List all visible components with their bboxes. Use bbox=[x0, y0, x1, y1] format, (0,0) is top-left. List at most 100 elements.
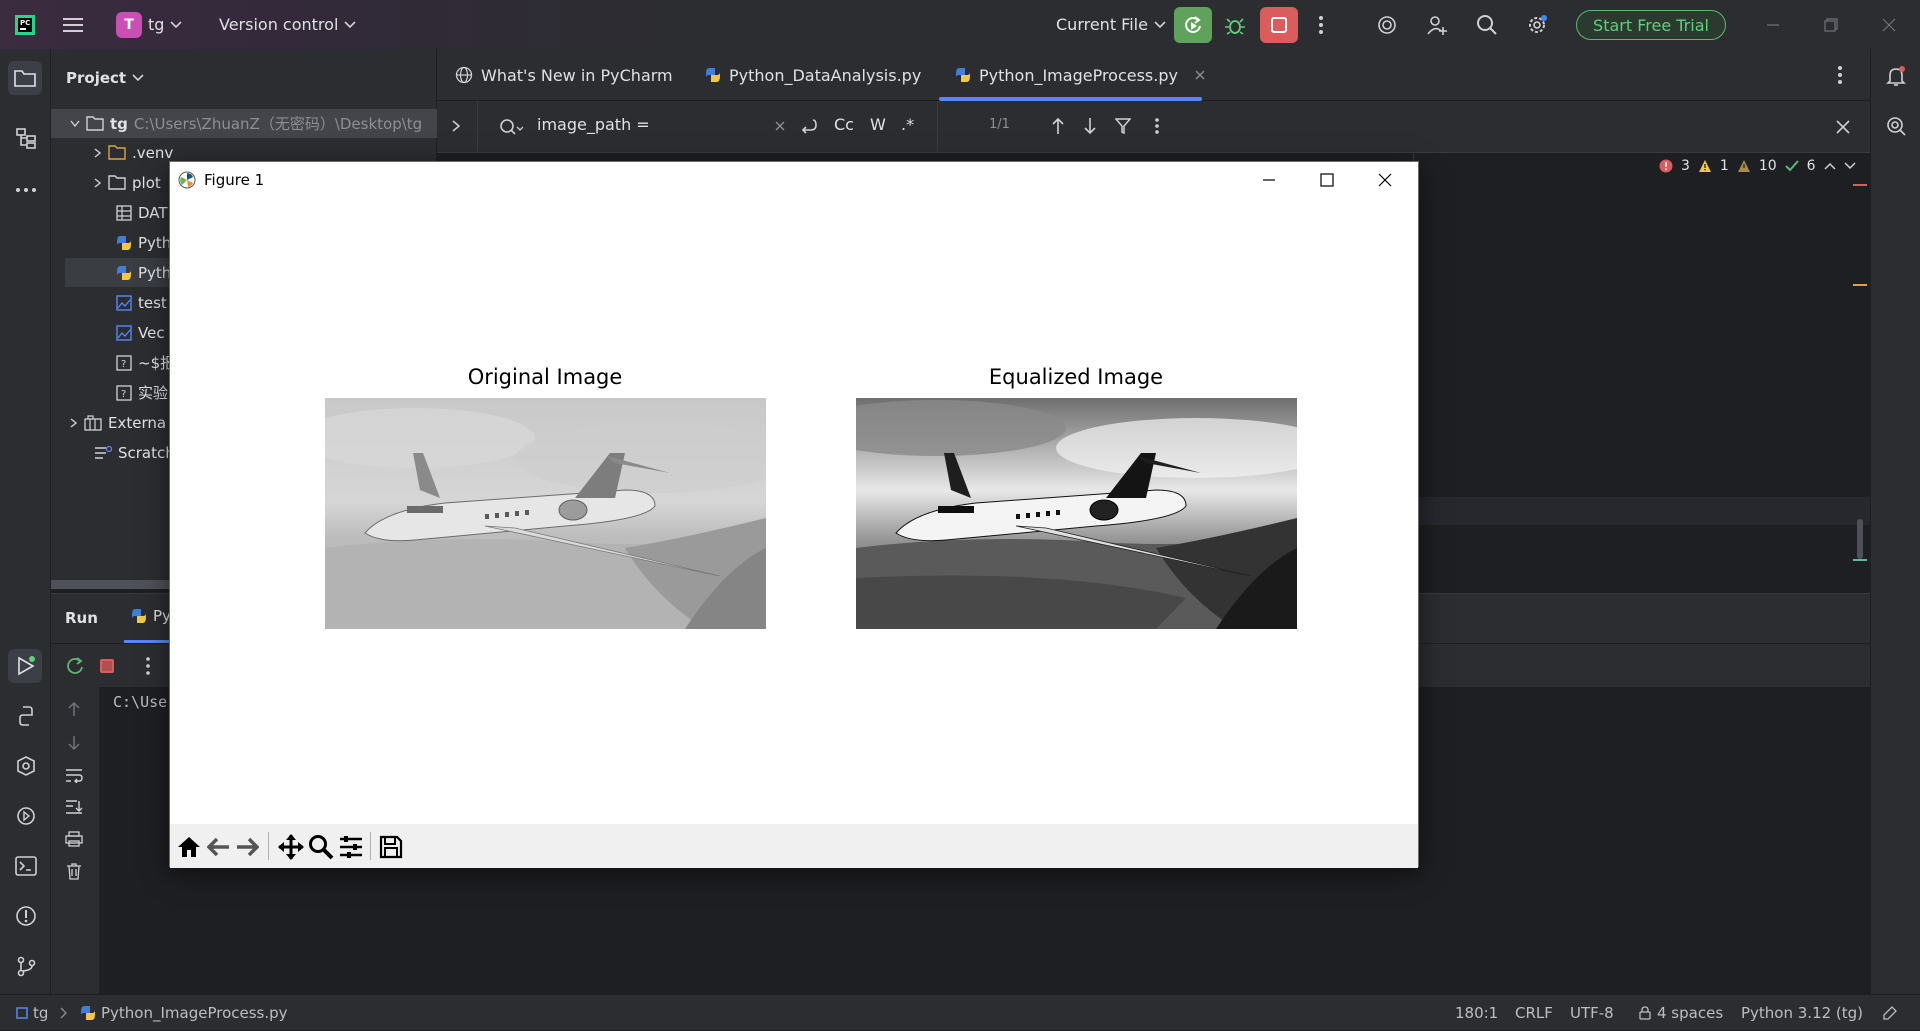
search-input[interactable]: image_path = bbox=[537, 115, 650, 134]
stop-icon bbox=[1271, 17, 1287, 33]
print-icon[interactable] bbox=[65, 831, 83, 847]
main-menu-icon[interactable] bbox=[60, 12, 86, 38]
project-panel-title[interactable]: Project bbox=[66, 63, 144, 92]
tab-whats-new[interactable]: What's New in PyCharm bbox=[455, 49, 673, 101]
tree-item-unknown-file[interactable]: ? ~$报 bbox=[116, 348, 175, 377]
unknown-file-icon: ? bbox=[116, 354, 132, 371]
figure-minimize-icon[interactable] bbox=[1240, 162, 1298, 198]
tree-item-data-file[interactable]: DAT bbox=[116, 198, 168, 227]
error-stripe-marker[interactable] bbox=[1853, 184, 1867, 186]
tree-item-scratches[interactable]: Scratch bbox=[94, 438, 175, 467]
notifications-bell-icon[interactable] bbox=[1881, 61, 1911, 91]
back-arrow-icon[interactable] bbox=[204, 832, 234, 862]
warning-stripe-marker[interactable] bbox=[1853, 284, 1867, 286]
tree-item-plot[interactable]: plot bbox=[94, 168, 161, 197]
start-free-trial-button[interactable]: Start Free Trial bbox=[1576, 10, 1726, 40]
problems-icon[interactable] bbox=[11, 901, 41, 931]
python-packages-icon[interactable] bbox=[11, 701, 41, 731]
ai-assistant-icon[interactable] bbox=[1374, 12, 1400, 38]
git-icon[interactable] bbox=[11, 951, 41, 981]
minimize-window-icon[interactable] bbox=[1760, 12, 1786, 38]
more-actions-icon[interactable] bbox=[1308, 12, 1334, 38]
services-icon[interactable] bbox=[11, 751, 41, 781]
more-actions-icon[interactable] bbox=[145, 656, 151, 676]
status-file[interactable]: Python_ImageProcess.py bbox=[80, 995, 288, 1031]
search-icon[interactable] bbox=[1474, 12, 1500, 38]
python-console-icon[interactable] bbox=[11, 801, 41, 831]
close-tab-icon[interactable] bbox=[1194, 69, 1206, 81]
next-match-arrow-down-icon[interactable] bbox=[1083, 117, 1097, 135]
tab-python-imageprocess[interactable]: Python_ImageProcess.py bbox=[955, 49, 1206, 101]
figure-close-icon[interactable] bbox=[1356, 162, 1414, 198]
tree-item-image-file[interactable]: test bbox=[116, 288, 167, 317]
module-icon bbox=[16, 1007, 28, 1019]
indent-label: 4 spaces bbox=[1657, 1004, 1724, 1022]
tree-item-venv[interactable]: .venv bbox=[94, 138, 173, 167]
search-history-icon[interactable] bbox=[499, 118, 523, 136]
soft-wrap-icon[interactable] bbox=[65, 767, 83, 783]
tree-root-tg[interactable]: tg C:\Users\ZhuanZ（无密码）\Desktop\tg bbox=[70, 109, 422, 138]
chevron-up-icon[interactable] bbox=[1824, 162, 1836, 170]
inspection-widget[interactable]: 3 1 10 6 bbox=[1659, 158, 1856, 174]
tree-item-external-libraries[interactable]: Externa bbox=[70, 408, 166, 437]
file-encoding[interactable]: UTF-8 bbox=[1570, 995, 1614, 1031]
run-tool-icon[interactable] bbox=[8, 649, 42, 683]
clear-search-icon[interactable] bbox=[774, 120, 786, 132]
tree-item-unknown-file[interactable]: ? 实验 bbox=[116, 378, 168, 407]
tree-item-image-file[interactable]: Vec bbox=[116, 318, 165, 347]
rerun-icon[interactable] bbox=[65, 656, 85, 676]
match-case-toggle[interactable]: Cc bbox=[834, 115, 854, 134]
indent-setting[interactable]: 4 spaces bbox=[1638, 995, 1723, 1031]
chevron-down-icon[interactable] bbox=[1844, 162, 1856, 170]
tab-options-icon[interactable] bbox=[1837, 65, 1843, 85]
expand-replace-icon[interactable] bbox=[451, 119, 461, 133]
home-icon[interactable] bbox=[174, 832, 204, 862]
close-find-bar-icon[interactable] bbox=[1836, 120, 1850, 134]
new-line-icon[interactable] bbox=[799, 117, 817, 135]
stop-icon[interactable] bbox=[99, 658, 115, 674]
save-figure-icon[interactable] bbox=[376, 832, 406, 862]
add-user-icon[interactable] bbox=[1424, 12, 1450, 38]
read-only-toggle-icon[interactable] bbox=[1882, 995, 1898, 1031]
figure-title-bar[interactable]: Figure 1 bbox=[170, 162, 1418, 198]
run-tab[interactable]: Py bbox=[131, 607, 171, 625]
pan-move-icon[interactable] bbox=[276, 832, 306, 862]
rerun-button[interactable] bbox=[1174, 7, 1212, 43]
figure-maximize-icon[interactable] bbox=[1298, 162, 1356, 198]
restore-window-icon[interactable] bbox=[1818, 12, 1844, 38]
arrow-up-icon[interactable] bbox=[67, 701, 81, 717]
tree-item-python-file[interactable]: Pyth bbox=[116, 228, 171, 257]
ai-chat-icon[interactable] bbox=[1881, 111, 1911, 141]
arrow-down-icon[interactable] bbox=[67, 735, 81, 751]
status-project[interactable]: tg bbox=[16, 995, 48, 1031]
close-window-icon[interactable] bbox=[1876, 12, 1902, 38]
tab-python-dataanalysis[interactable]: Python_DataAnalysis.py bbox=[705, 49, 921, 101]
python-interpreter[interactable]: Python 3.12 (tg) bbox=[1741, 995, 1863, 1031]
search-options-icon[interactable] bbox=[1154, 117, 1160, 135]
project-switcher[interactable]: T tg bbox=[116, 0, 183, 49]
terminal-icon[interactable] bbox=[11, 851, 41, 881]
trash-icon[interactable] bbox=[66, 863, 82, 880]
tree-item-python-file-selected[interactable]: Pyth bbox=[116, 258, 171, 287]
line-separator[interactable]: CRLF bbox=[1515, 995, 1553, 1031]
zoom-magnifier-icon[interactable] bbox=[306, 832, 336, 862]
whole-words-toggle[interactable]: W bbox=[870, 115, 886, 134]
version-control-menu[interactable]: Version control bbox=[219, 0, 356, 49]
debug-icon[interactable] bbox=[1222, 12, 1248, 38]
regex-toggle[interactable]: .* bbox=[901, 115, 914, 134]
settings-gear-icon[interactable] bbox=[1524, 12, 1550, 38]
editor-scrollbar[interactable] bbox=[1857, 519, 1863, 559]
filter-icon[interactable] bbox=[1115, 118, 1131, 134]
project-tool-folder-icon[interactable] bbox=[8, 61, 42, 95]
stop-button[interactable] bbox=[1260, 7, 1298, 43]
forward-arrow-icon[interactable] bbox=[232, 832, 262, 862]
caret-position[interactable]: 180:1 bbox=[1455, 995, 1498, 1031]
configure-subplots-icon[interactable] bbox=[336, 832, 366, 862]
scroll-to-end-icon[interactable] bbox=[65, 799, 83, 815]
change-stripe-marker[interactable] bbox=[1853, 559, 1867, 561]
figure-window[interactable]: Figure 1 Original Image Equalized Image bbox=[169, 161, 1419, 868]
structure-icon[interactable] bbox=[11, 123, 41, 153]
previous-match-arrow-up-icon[interactable] bbox=[1051, 117, 1065, 135]
more-tools-icon[interactable] bbox=[11, 175, 41, 205]
run-config-selector[interactable]: Current File bbox=[1056, 0, 1166, 49]
